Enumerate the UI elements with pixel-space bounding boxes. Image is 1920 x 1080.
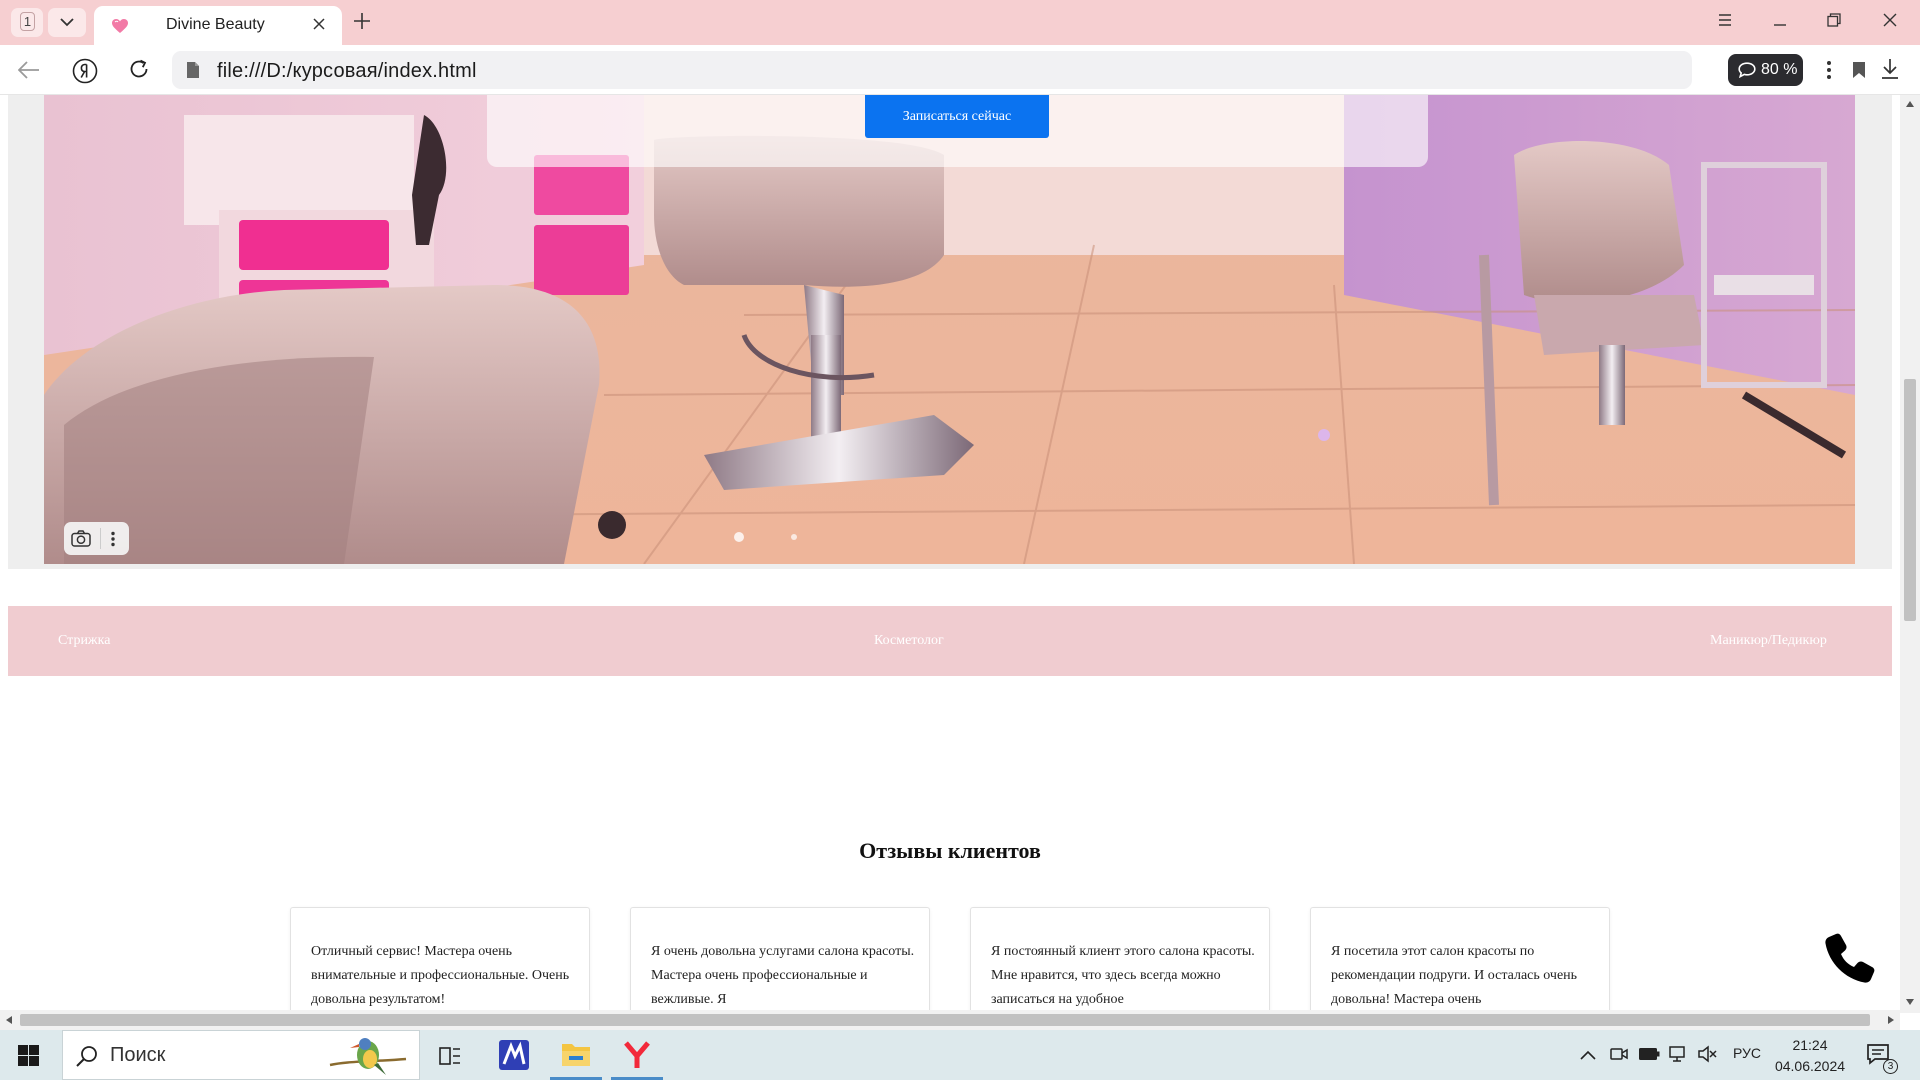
search-highlight-bird-icon xyxy=(329,1038,407,1075)
folder-icon xyxy=(562,1044,590,1066)
horizontal-scrollbar[interactable] xyxy=(0,1010,1900,1030)
chat-bubble-icon xyxy=(1738,62,1756,78)
tab-title: Divine Beauty xyxy=(166,16,265,33)
battery-icon[interactable] xyxy=(1638,1047,1660,1061)
chevron-down-icon xyxy=(60,18,74,27)
address-bar[interactable]: file:///D:/курсовая/index.html xyxy=(172,51,1865,89)
volume-muted-icon[interactable] xyxy=(1697,1045,1717,1063)
tab-list-dropdown-button[interactable] xyxy=(48,8,86,37)
review-card: Я очень довольна услугами салона красоты… xyxy=(630,907,930,1013)
notification-count-badge: 3 xyxy=(1883,1059,1898,1074)
bookmark-icon[interactable] xyxy=(1852,61,1866,79)
page-viewport: Записаться сейчас Стрижка Косметолог Ман… xyxy=(0,95,1900,1013)
review-card: Я посетила этот салон красоты по рекомен… xyxy=(1310,907,1610,1013)
taskbar-app-editor[interactable] xyxy=(488,1030,540,1080)
yandex-browser-icon xyxy=(624,1041,650,1068)
network-icon[interactable] xyxy=(1667,1045,1687,1063)
camera-icon[interactable] xyxy=(71,530,91,547)
windows-taskbar: Поиск РУС 21:24 04.06.2024 3 xyxy=(0,1030,1920,1080)
heart-favicon-icon xyxy=(112,19,128,33)
taskbar-app-yandex-browser[interactable] xyxy=(611,1030,663,1080)
input-language-indicator[interactable]: РУС xyxy=(1733,1045,1761,1061)
scroll-left-arrow-icon[interactable] xyxy=(6,1016,12,1024)
review-text: Я очень довольна услугами салона красоты… xyxy=(651,944,915,1007)
close-tab-icon[interactable] xyxy=(313,18,325,30)
tab-counter-button[interactable]: 1 xyxy=(11,8,43,37)
review-text: Я постоянный клиент этого салона красоты… xyxy=(991,944,1255,1007)
vertical-scrollbar[interactable] xyxy=(1900,95,1920,1013)
taskbar-search-box[interactable]: Поиск xyxy=(62,1030,420,1080)
phone-call-icon[interactable] xyxy=(1823,931,1877,985)
review-card: Я постоянный клиент этого салона красоты… xyxy=(970,907,1270,1013)
clock-time[interactable]: 21:24 xyxy=(1775,1037,1845,1053)
show-hidden-icons-chevron-icon[interactable] xyxy=(1580,1050,1596,1060)
service-link-cosmetologist[interactable]: Косметолог xyxy=(874,633,944,649)
yandex-logo-icon[interactable] xyxy=(72,58,98,84)
services-nav: Стрижка Косметолог Маникюр/Педикюр xyxy=(8,606,1892,676)
vertical-scroll-thumb[interactable] xyxy=(1904,379,1916,621)
scroll-right-arrow-icon[interactable] xyxy=(1888,1016,1894,1024)
browser-menu-icon[interactable] xyxy=(1718,13,1732,27)
zoom-label: 80 % xyxy=(1761,61,1798,78)
code-editor-app-icon xyxy=(499,1040,529,1070)
tab-counter-label: 1 xyxy=(20,12,35,31)
task-view-icon[interactable] xyxy=(438,1046,462,1066)
download-icon[interactable] xyxy=(1880,58,1900,80)
hero-section: Записаться сейчас xyxy=(8,95,1892,569)
taskbar-app-file-explorer[interactable] xyxy=(550,1030,602,1080)
back-arrow-icon[interactable] xyxy=(18,61,40,79)
windows-start-icon[interactable] xyxy=(18,1045,39,1066)
restore-icon[interactable] xyxy=(1827,13,1841,27)
zoom-indicator[interactable]: 80 % xyxy=(1728,54,1803,86)
horizontal-scroll-thumb[interactable] xyxy=(20,1014,1870,1026)
search-icon xyxy=(76,1046,97,1067)
url-text[interactable]: file:///D:/курсовая/index.html xyxy=(217,60,477,83)
image-tools-overlay xyxy=(64,522,129,555)
close-window-icon[interactable] xyxy=(1883,13,1897,27)
file-icon xyxy=(187,62,199,78)
minimize-icon[interactable] xyxy=(1773,13,1787,27)
more-vertical-icon[interactable] xyxy=(110,531,116,547)
webcam-status-icon[interactable] xyxy=(1610,1045,1628,1063)
reload-icon[interactable] xyxy=(128,58,150,80)
review-text: Я посетила этот салон красоты по рекомен… xyxy=(1331,944,1578,1007)
scroll-down-arrow-icon[interactable] xyxy=(1906,999,1914,1005)
more-vertical-icon[interactable] xyxy=(1826,59,1832,81)
new-tab-icon[interactable] xyxy=(353,12,371,30)
service-link-manicure-pedicure[interactable]: Маникюр/Педикюр xyxy=(1710,633,1827,649)
clock-date[interactable]: 04.06.2024 xyxy=(1768,1058,1852,1074)
scroll-up-arrow-icon[interactable] xyxy=(1906,101,1914,107)
divider xyxy=(100,528,101,549)
active-tab[interactable]: Divine Beauty xyxy=(94,6,342,45)
service-link-haircut[interactable]: Стрижка xyxy=(58,633,110,649)
review-text: Отличный сервис! Мастера очень вниматель… xyxy=(311,944,570,1007)
browser-toolbar: file:///D:/курсовая/index.html 80 % xyxy=(0,45,1920,95)
search-placeholder: Поиск xyxy=(110,1044,166,1066)
browser-tab-strip: 1 Divine Beauty xyxy=(0,0,1920,45)
book-now-button[interactable]: Записаться сейчас xyxy=(865,95,1049,138)
reviews-title: Отзывы клиентов xyxy=(859,838,1041,863)
review-card: Отличный сервис! Мастера очень вниматель… xyxy=(290,907,590,1013)
